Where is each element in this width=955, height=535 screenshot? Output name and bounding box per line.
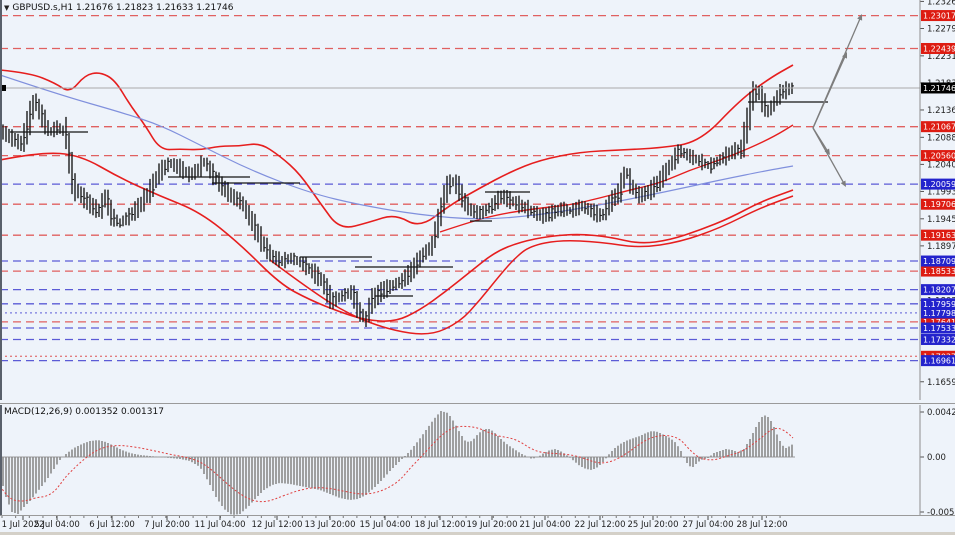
- price-level-label-text: 1.19706: [923, 200, 955, 209]
- price-level-label: 1.20560: [921, 150, 955, 161]
- time-label: 18 Jul 12:00: [415, 520, 466, 530]
- time-label: 15 Jul 04:00: [360, 520, 411, 530]
- trend-arrow-line[interactable]: [813, 19, 860, 128]
- price-level-label-text: 1.18533: [923, 267, 955, 276]
- price-level-label: 1.18207: [921, 284, 955, 295]
- price-tick-label: 1.21360: [927, 106, 955, 116]
- price-level-label-text: 1.16961: [923, 357, 955, 366]
- price-level-label-text: 1.17959: [923, 300, 955, 309]
- time-label: 27 Jul 04:00: [683, 520, 734, 530]
- price-level-label-text: 1.21067: [923, 123, 955, 132]
- price-level-label: 1.16961: [921, 355, 955, 366]
- price-tick-label: 1.20880: [927, 133, 955, 143]
- price-level-label: 1.21067: [921, 121, 955, 132]
- time-label: 19 Jul 20:00: [467, 520, 518, 530]
- macd-scale-label: -0.005202: [927, 508, 955, 515]
- time-label: 11 Jul 04:00: [195, 520, 246, 530]
- current-price-label-text: 1.21746: [923, 84, 955, 93]
- time-label: 21 Jul 04:00: [520, 520, 571, 530]
- price-tick-label: 1.20405: [927, 160, 955, 170]
- price-level-label-text: 1.20560: [923, 152, 955, 161]
- price-level-label-text: 1.17533: [923, 324, 955, 333]
- time-label: 22 Jul 12:00: [575, 520, 626, 530]
- price-level-label: 1.17798: [921, 307, 955, 318]
- macd-histogram[interactable]: [0, 411, 792, 515]
- price-tick-label: 1.16590: [927, 378, 955, 388]
- macd-indicator-label: MACD(12,26,9) 0.001352 0.001317: [4, 407, 164, 417]
- pane-left-border: [0, 0, 2, 400]
- price-level-label-text: 1.23017: [923, 12, 955, 21]
- chart-window: 1.232651.227901.223101.218351.213601.208…: [0, 0, 955, 535]
- main-price-pane[interactable]: 1.232651.227901.223101.218351.213601.208…: [0, 0, 955, 400]
- price-level-label: 1.22439: [921, 43, 955, 54]
- price-level-label: 1.19163: [921, 230, 955, 241]
- macd-scale-label: 0.00427: [927, 408, 955, 418]
- price-level-label: 1.20059: [921, 179, 955, 190]
- time-label: 12 Jul 12:00: [252, 520, 303, 530]
- moving-average-blue-line[interactable]: [0, 75, 793, 219]
- price-level-label: 1.18533: [921, 266, 955, 277]
- price-level-label: 1.19706: [921, 199, 955, 210]
- price-level-label: 1.23017: [921, 10, 955, 21]
- chart-title: ▼GBPUSD.s,H1 1.21676 1.21823 1.21633 1.2…: [4, 3, 233, 13]
- price-level-label-text: 1.19163: [923, 231, 955, 240]
- time-label: 13 Jul 20:00: [305, 520, 356, 530]
- price-tick-label: 1.22790: [927, 24, 955, 34]
- price-level-label-text: 1.18709: [923, 257, 955, 266]
- price-level-label-text: 1.18207: [923, 286, 955, 295]
- symbol-ohlc-title: GBPUSD.s,H1 1.21676 1.21823 1.21633 1.21…: [12, 3, 233, 13]
- price-tick-label: 1.18975: [927, 242, 955, 252]
- time-label: 5 Jul 04:00: [34, 520, 80, 530]
- price-tick-label: 1.23265: [927, 0, 955, 7]
- price-level-label: 1.18709: [921, 256, 955, 267]
- time-axis[interactable]: 1 Jul 20225 Jul 04:006 Jul 12:007 Jul 20…: [0, 516, 955, 532]
- time-label: 25 Jul 20:00: [628, 520, 679, 530]
- time-label: 6 Jul 12:00: [89, 520, 135, 530]
- macd-left-border: [0, 405, 2, 515]
- time-label: 7 Jul 20:00: [144, 520, 190, 530]
- bollinger-middle-line[interactable]: [440, 125, 793, 232]
- macd-scale-label: 0.00: [927, 453, 946, 463]
- bollinger-upper-line[interactable]: [0, 65, 793, 227]
- price-level-label-text: 1.17332: [923, 335, 955, 344]
- time-label: 28 Jul 12:00: [737, 520, 788, 530]
- pane-separator[interactable]: [0, 403, 955, 404]
- price-tick-label: 1.19450: [927, 215, 955, 225]
- price-level-label-text: 1.20059: [923, 180, 955, 189]
- macd-pane[interactable]: 0.00427 0.00 -0.005202: [0, 405, 955, 515]
- price-level-label: 1.17332: [921, 334, 955, 345]
- price-level-label-text: 1.22439: [923, 44, 955, 53]
- dropdown-arrow-icon[interactable]: ▼: [4, 4, 9, 12]
- price-level-label-text: 1.17798: [923, 309, 955, 318]
- price-level-label: 1.17533: [921, 323, 955, 334]
- current-price-label: 1.21746: [921, 82, 955, 93]
